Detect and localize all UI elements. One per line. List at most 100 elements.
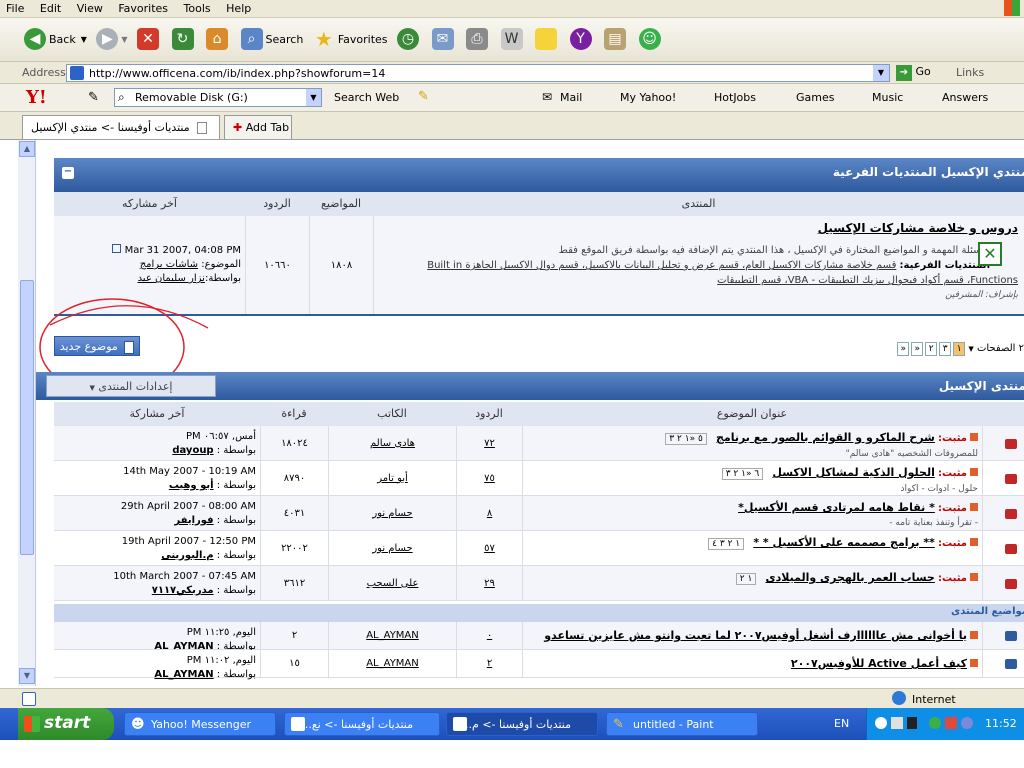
pencil-icon[interactable]: ✎ [88, 90, 99, 105]
subforum-children-links[interactable]: قسم خلاصة مشاركات الاكسيل العام، قسم عرض… [427, 260, 896, 271]
subforum-moderators[interactable]: بإشراف: المشرفين [374, 288, 1018, 303]
author-link[interactable]: أبو تامر [377, 473, 408, 484]
mail-button[interactable]: ✉ [431, 24, 457, 54]
address-input[interactable]: http://www.officena.com/ib/index.php?sho… [66, 64, 890, 82]
favorites-button[interactable]: ★ Favorites [313, 24, 388, 54]
language-indicator[interactable]: EN [834, 717, 849, 730]
tray-icon[interactable] [891, 717, 903, 729]
menu-tools[interactable]: Tools [178, 0, 217, 15]
author-link[interactable]: AL_AYMAN [366, 658, 419, 669]
start-button[interactable]: start [18, 708, 114, 740]
print-button[interactable]: ⎙ [466, 24, 491, 54]
topic-pages[interactable]: ١ ٢ ٣ ٤ [708, 538, 745, 550]
menu-view[interactable]: View [71, 0, 109, 15]
page-scrollbar[interactable]: ▲ ▼ [18, 140, 36, 686]
author-link[interactable]: حسام نور [372, 508, 412, 519]
replies-link[interactable]: ٥٧ [484, 543, 495, 554]
mail-button[interactable]: Mail [560, 91, 582, 104]
replies-link[interactable]: ٢٩ [484, 578, 495, 589]
topic-pages[interactable]: ١ ٢ [735, 573, 757, 585]
yahoo-button[interactable]: Y [569, 24, 595, 54]
tray-icon[interactable] [875, 717, 887, 729]
search-web-button[interactable]: Search Web [334, 91, 399, 104]
menu-edit[interactable]: Edit [34, 0, 67, 15]
author-link[interactable]: هادى سالم [370, 438, 415, 449]
author-link[interactable]: على السحب [367, 578, 419, 589]
removable-disk-select[interactable]: ⌕ Removable Disk (G:) ▼ [114, 88, 322, 107]
forward-button[interactable]: ▶ ▼ [96, 24, 128, 54]
highlight-icon[interactable]: ✎ [418, 89, 429, 104]
add-tab-button[interactable]: ✚ Add Tab [224, 115, 292, 139]
topic-title-link[interactable]: ** برامج مصممه على الأكسيل * * [753, 536, 935, 549]
topic-pages[interactable]: ٥ «١ ٢ ٣ [665, 433, 707, 445]
replies-link[interactable]: ٨ [487, 508, 492, 519]
topic-title-link[interactable]: * نقاط هامه لمرتادى قسم الأكسيل* [738, 501, 935, 514]
clock[interactable]: 11:52 [985, 717, 1017, 730]
scroll-up-button[interactable]: ▲ [19, 141, 35, 157]
research-button[interactable]: ▤ [604, 24, 629, 54]
scroll-thumb[interactable] [20, 280, 34, 555]
menu-file[interactable]: File [0, 0, 30, 15]
last-by-link[interactable]: AL_AYMAN [154, 669, 213, 680]
topic-title-link[interactable]: يا أخوانى مش عاااااارف أشغل أوفيس٢٠٠٧ لم… [544, 629, 967, 642]
task-yahoo-messenger[interactable]: ☻ Yahoo! Messenger [124, 712, 276, 736]
links-button[interactable]: Links [956, 66, 984, 79]
collapse-icon[interactable]: − [62, 167, 74, 179]
topic-title-link[interactable]: الحلول الذكية لمشاكل الاكسل [772, 466, 934, 479]
history-button[interactable]: ◷ [397, 24, 422, 54]
replies-link[interactable]: ٧٢ [484, 438, 495, 449]
page-last[interactable]: « [897, 342, 910, 356]
replies-link[interactable]: ٠ [487, 630, 492, 641]
last-topic-link[interactable]: شاشات برامج [140, 259, 198, 270]
games-button[interactable]: Games [796, 91, 834, 104]
topic-title-link[interactable]: شرح الماكرو و القوائم بالصور مع برنامج [716, 431, 935, 444]
subforum-title-link[interactable]: دروس و خلاصة مشاركات الإكسيل [818, 221, 1018, 235]
pages-label[interactable]: ٢ الصفحات [977, 343, 1024, 354]
messenger-button[interactable]: ☺ [638, 24, 664, 54]
task-paint[interactable]: ✎ untitled - Paint [606, 712, 758, 736]
author-link[interactable]: حسام نور [372, 543, 412, 554]
topic-title-link[interactable]: حساب العمر بالهجرى والميلادى [766, 571, 935, 584]
tray-icon[interactable] [907, 717, 917, 729]
answers-button[interactable]: Answers [942, 91, 988, 104]
refresh-button[interactable]: ↻ [171, 24, 197, 54]
search-button[interactable]: ⌕ Search [240, 24, 303, 54]
page-link[interactable]: ٢ [925, 342, 938, 356]
last-by-link[interactable]: أبو وهيب [169, 480, 214, 491]
last-by-link[interactable]: فورايفر [174, 515, 213, 526]
tab-current[interactable]: منتديات أوفيسنا -> منتدي الإكسيل [22, 115, 220, 139]
replies-link[interactable]: ٢ [487, 658, 492, 669]
notes-button[interactable] [535, 24, 560, 54]
home-button[interactable]: ⌂ [206, 24, 231, 54]
music-button[interactable]: Music [872, 91, 903, 104]
back-button[interactable]: ◀ Back ▼ [24, 24, 87, 54]
tray-icon[interactable] [945, 717, 957, 729]
last-by-link[interactable]: نزار سليمان عيد [138, 273, 205, 284]
my-yahoo-button[interactable]: My Yahoo! [620, 91, 676, 104]
menu-favorites[interactable]: Favorites [112, 0, 174, 15]
tray-icon[interactable] [961, 717, 973, 729]
last-by-link[interactable]: م.البورينى [161, 550, 213, 561]
task-browser-1[interactable]: منتديات أوفيسنا -> نع... [284, 712, 440, 736]
page-link[interactable]: ١ [953, 342, 966, 356]
topic-title-link[interactable]: كيف أعمل Active للأوفيس٢٠٠٧ [791, 657, 967, 670]
last-post-icon[interactable] [112, 244, 122, 253]
author-link[interactable]: AL_AYMAN [366, 630, 419, 641]
topic-pages[interactable]: ٦ «١ ٢ ٣ [721, 468, 764, 480]
subforum-children-links-2[interactable]: Functions، قسم أكواد فيجوال بيزيك التطبي… [717, 275, 1018, 286]
last-by-link[interactable]: مدربكي٧١١٧ [152, 585, 214, 596]
menu-help[interactable]: Help [220, 0, 257, 15]
stop-button[interactable]: ✕ [137, 24, 162, 54]
tray-icon[interactable] [929, 717, 941, 729]
replies-link[interactable]: ٧٥ [484, 473, 495, 484]
page-link[interactable]: ٣ [939, 342, 952, 356]
go-button[interactable]: ➔ Go [896, 65, 931, 81]
chevron-down-icon[interactable]: ▼ [873, 65, 889, 81]
hotjobs-button[interactable]: HotJobs [714, 91, 756, 104]
last-by-link[interactable]: dayoup [172, 445, 213, 456]
edit-button[interactable]: W [500, 24, 526, 54]
forum-options-button[interactable]: ▼ إعدادات المنتدى [46, 375, 216, 397]
task-browser-2[interactable]: منتديات أوفيسنا -> م... [446, 712, 598, 736]
scroll-down-button[interactable]: ▼ [19, 668, 35, 684]
page-next[interactable]: « [911, 342, 924, 356]
